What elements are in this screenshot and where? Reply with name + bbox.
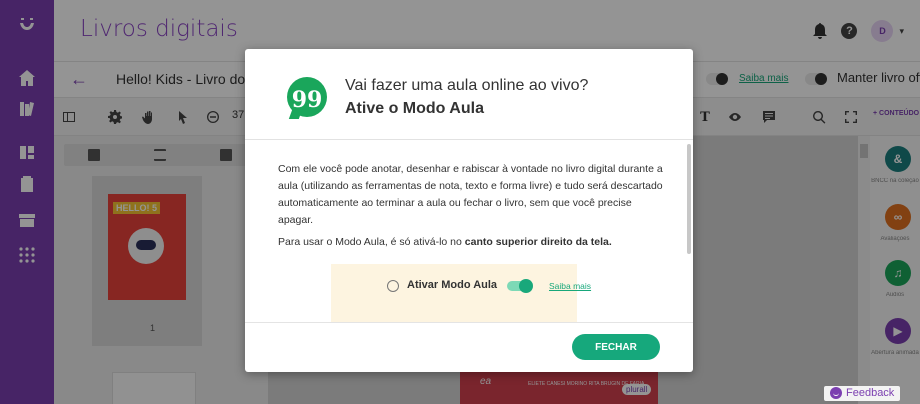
paragraph-2-text: Para usar o Modo Aula, é só ativá-lo no — [278, 236, 465, 248]
feedback-label: Feedback — [846, 387, 895, 399]
saiba-mais-link[interactable]: Saiba mais — [549, 281, 591, 291]
activate-mode-toggle[interactable] — [507, 279, 533, 293]
paragraph-2-bold: canto superior direito da tela. — [464, 236, 612, 248]
chat-icon — [387, 280, 399, 292]
dialog-paragraph-2: Para usar o Modo Aula, é só ativá-lo no … — [278, 234, 666, 251]
toggle-knob — [519, 279, 533, 293]
quote-glyph: 99 — [291, 87, 323, 113]
modo-aula-dialog: 99 Vai fazer uma aula online ao vivo? At… — [245, 49, 693, 372]
close-button[interactable]: FECHAR — [572, 334, 660, 360]
smiley-icon — [830, 387, 842, 399]
divider — [245, 139, 693, 140]
dialog-scrollbar[interactable] — [687, 144, 691, 254]
dialog-subtitle: Ative o Modo Aula — [345, 100, 484, 117]
activate-mode-label: Ativar Modo Aula — [407, 279, 498, 291]
app-root: Livros digitais ? D ▾ ← Hello! Kids - Li… — [0, 0, 920, 404]
feedback-button[interactable]: Feedback — [824, 386, 901, 401]
chat-quote-icon: 99 — [287, 77, 327, 117]
activate-mode-box: Ativar Modo Aula Saiba mais — [331, 264, 591, 322]
dialog-title: Vai fazer uma aula online ao vivo? — [345, 77, 589, 94]
footer-divider — [245, 322, 693, 323]
dialog-paragraph-1: Com ele você pode anotar, desenhar e rab… — [278, 163, 663, 226]
